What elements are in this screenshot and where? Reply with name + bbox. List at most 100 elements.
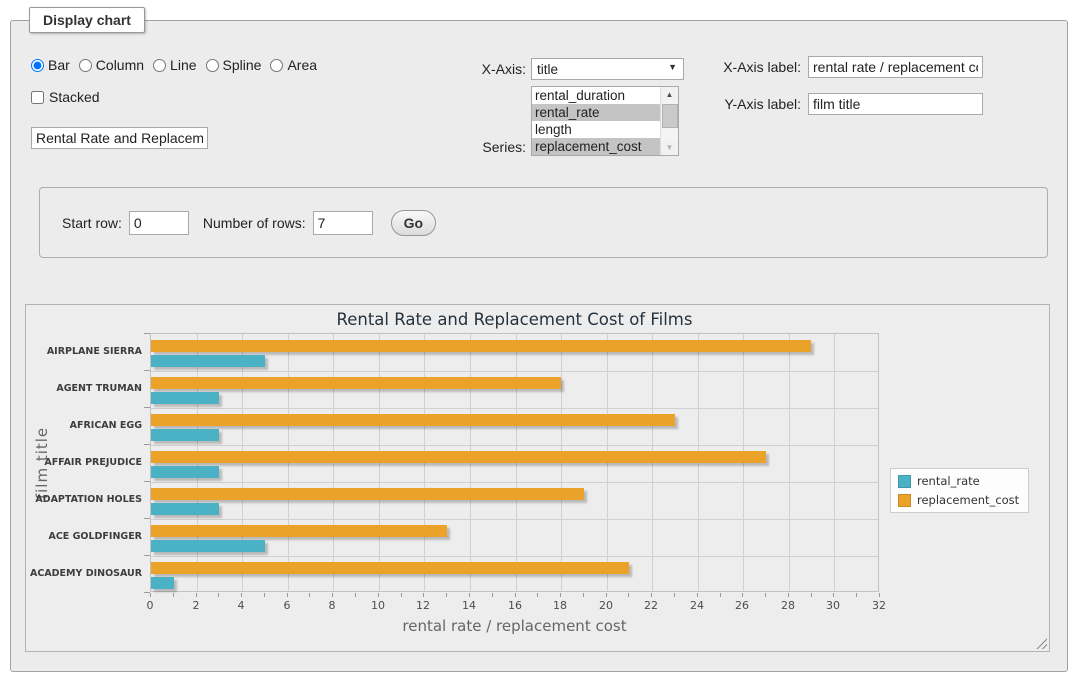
gridline-horizontal <box>151 445 878 446</box>
x-axis-tick <box>788 593 789 597</box>
start-row-label: Start row: <box>62 215 122 231</box>
x-axis-tick <box>833 593 834 597</box>
category-label: ADAPTATION HOLES <box>30 481 142 518</box>
x-axis-tick <box>150 593 151 597</box>
radio-line[interactable] <box>153 59 166 72</box>
bar-rental_rate <box>151 429 219 441</box>
y-axis-tick <box>144 407 150 408</box>
gridline-horizontal <box>151 482 878 483</box>
category-label: ACE GOLDFINGER <box>30 518 142 555</box>
bar-rental_rate <box>151 392 219 404</box>
number-of-rows-input[interactable] <box>313 211 373 235</box>
gridline-horizontal <box>151 408 878 409</box>
x-axis-tick <box>856 593 857 597</box>
category-label: AGENT TRUMAN <box>30 370 142 407</box>
x-axis-tick <box>628 593 629 597</box>
x-axis-tick <box>264 593 265 597</box>
panel-legend: Display chart <box>29 7 145 33</box>
dropdown-arrow-icon: ▼ <box>668 62 677 72</box>
bar-replacement_cost <box>151 414 675 426</box>
x-axis-tick-label: 30 <box>818 599 848 612</box>
y-axis-tick <box>144 333 150 334</box>
x-axis-tick <box>332 593 333 597</box>
radio-label: Spline <box>223 57 262 73</box>
radio-area[interactable] <box>270 59 283 72</box>
series-option-rental_rate[interactable]: rental_rate <box>532 104 663 121</box>
y-axis-label-input[interactable] <box>808 93 983 115</box>
gridline-horizontal <box>151 556 878 557</box>
category-label: AFRICAN EGG <box>30 407 142 444</box>
stacked-row: Stacked <box>31 89 100 105</box>
chart-legend: rental_ratereplacement_cost <box>890 468 1029 513</box>
category-label: AIRPLANE SIERRA <box>30 333 142 370</box>
x-axis-tick <box>309 593 310 597</box>
chart-type-option-column: Column <box>79 57 144 73</box>
x-axis-tick <box>811 593 812 597</box>
x-axis-tick <box>879 593 880 597</box>
gridline-horizontal <box>151 371 878 372</box>
series-select-label: Series: <box>446 137 526 157</box>
x-axis-tick <box>651 593 652 597</box>
scroll-up-icon[interactable]: ▲ <box>661 87 678 102</box>
chart-title-input[interactable] <box>31 127 208 149</box>
bar-replacement_cost <box>151 377 561 389</box>
x-axis-label-label: X-Axis label: <box>701 57 801 77</box>
chart-title: Rental Rate and Replacement Cost of Film… <box>150 310 879 329</box>
chart-container: Rental Rate and Replacement Cost of Film… <box>25 304 1050 652</box>
series-option-length[interactable]: length <box>532 121 663 138</box>
bar-rental_rate <box>151 577 174 589</box>
scroll-down-icon[interactable]: ▼ <box>661 140 678 155</box>
series-multiselect[interactable]: rental_durationrental_ratelengthreplacem… <box>531 86 679 156</box>
chart-x-axis-title: rental rate / replacement cost <box>150 617 879 635</box>
x-axis-tick-label: 6 <box>272 599 302 612</box>
x-axis-tick <box>697 593 698 597</box>
bar-rental_rate <box>151 466 219 478</box>
radio-bar[interactable] <box>31 59 44 72</box>
bar-replacement_cost <box>151 562 629 574</box>
gridline-vertical <box>834 334 835 591</box>
number-of-rows-label: Number of rows: <box>203 215 306 231</box>
radio-column[interactable] <box>79 59 92 72</box>
x-axis-tick-label: 10 <box>363 599 393 612</box>
x-axis-select[interactable]: title ▼ <box>531 58 684 80</box>
bar-replacement_cost <box>151 525 447 537</box>
y-axis-tick <box>144 518 150 519</box>
bar-rental_rate <box>151 355 265 367</box>
x-axis-tick-label: 4 <box>226 599 256 612</box>
legend-swatch <box>898 475 911 488</box>
x-axis-tick <box>423 593 424 597</box>
bar-rental_rate <box>151 503 219 515</box>
go-button[interactable]: Go <box>391 210 436 236</box>
legend-label: replacement_cost <box>917 493 1019 507</box>
x-axis-label-input[interactable] <box>808 56 983 78</box>
resize-handle-icon[interactable] <box>1036 638 1047 649</box>
gridline-vertical <box>789 334 790 591</box>
x-axis-tick-label: 18 <box>545 599 575 612</box>
stacked-checkbox[interactable] <box>31 91 44 104</box>
series-option-replacement_cost[interactable]: replacement_cost <box>532 138 663 155</box>
stacked-label: Stacked <box>49 89 100 105</box>
chart-type-option-line: Line <box>153 57 196 73</box>
category-label: AFFAIR PREJUDICE <box>30 444 142 481</box>
x-axis-tick <box>218 593 219 597</box>
display-chart-panel: Display chart BarColumnLineSplineArea St… <box>10 20 1068 672</box>
bar-rental_rate <box>151 540 265 552</box>
x-axis-tick <box>674 593 675 597</box>
series-scrollbar[interactable]: ▲ ▼ <box>660 87 678 155</box>
x-axis-tick-label: 0 <box>135 599 165 612</box>
scrollbar-thumb[interactable] <box>662 104 678 128</box>
x-axis-tick-label: 12 <box>408 599 438 612</box>
x-axis-tick-label: 2 <box>181 599 211 612</box>
series-option-rental_duration[interactable]: rental_duration <box>532 87 663 104</box>
radio-spline[interactable] <box>206 59 219 72</box>
chart-type-radios: BarColumnLineSplineArea <box>31 57 317 73</box>
x-axis-tick <box>537 593 538 597</box>
x-axis-tick <box>560 593 561 597</box>
x-axis-tick <box>515 593 516 597</box>
x-axis-tick <box>583 593 584 597</box>
x-axis-tick <box>606 593 607 597</box>
start-row-input[interactable] <box>129 211 189 235</box>
x-axis-tick-label: 14 <box>454 599 484 612</box>
x-axis-tick-label: 28 <box>773 599 803 612</box>
radio-label: Area <box>287 57 317 73</box>
